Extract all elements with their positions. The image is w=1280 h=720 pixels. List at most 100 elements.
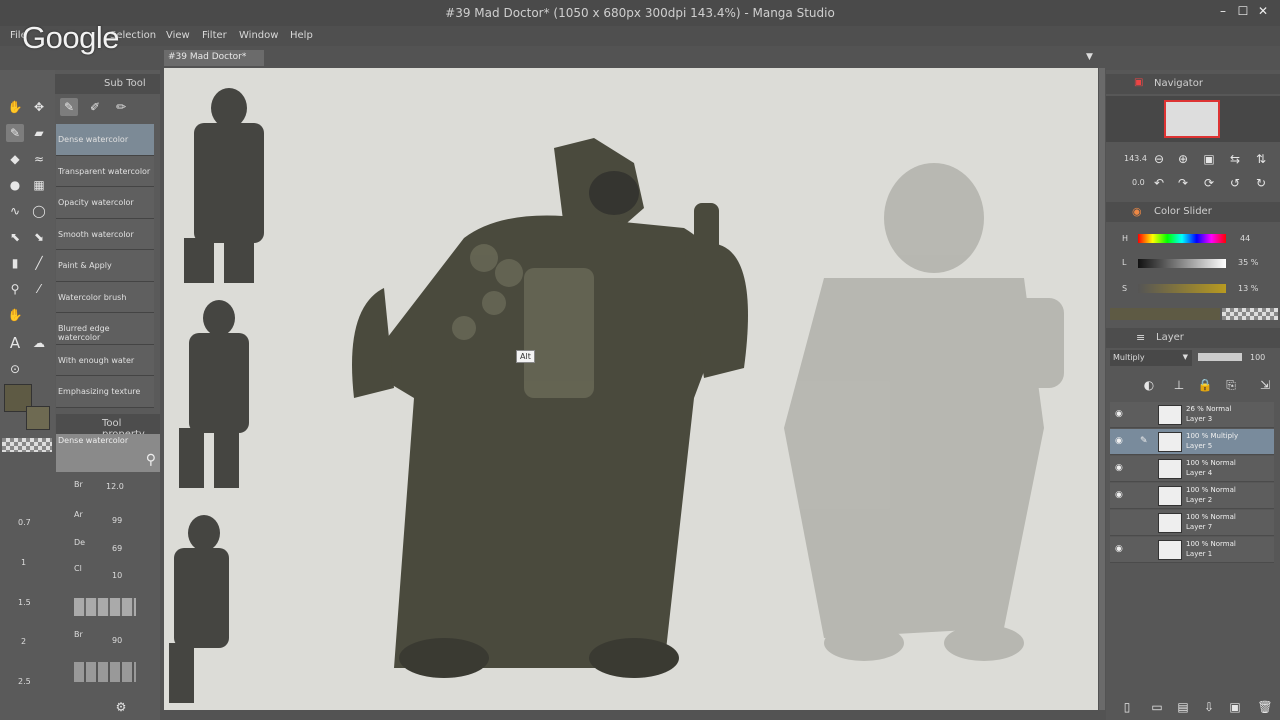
hand-tool-icon[interactable]: ✋ — [6, 306, 24, 324]
subtool-item[interactable]: Paint & Apply — [56, 250, 154, 282]
reference-icon[interactable]: ⇲ — [1256, 376, 1274, 394]
rotation-value[interactable]: 0.0 — [1132, 178, 1145, 187]
eye-icon[interactable]: ◉ — [1115, 409, 1123, 419]
saturation-slider[interactable] — [1138, 284, 1226, 293]
layer-panel-title[interactable]: Layer — [1156, 332, 1184, 343]
flip-h-icon[interactable]: ⇆ — [1226, 150, 1244, 168]
navigator-preview[interactable] — [1106, 96, 1280, 142]
menu-help[interactable]: Help — [290, 30, 313, 41]
brush-size-option[interactable]: 1.5 — [18, 598, 31, 607]
new-raster-layer-icon[interactable]: ▯ — [1118, 698, 1136, 716]
watercolor-group-icon[interactable]: ✎ — [60, 98, 78, 116]
fill-tool-icon[interactable]: ◆ — [6, 150, 24, 168]
reset-rotation-icon[interactable]: ⟳ — [1200, 174, 1218, 192]
hue-slider[interactable] — [1138, 234, 1226, 243]
eyedropper-icon[interactable]: ● — [6, 176, 24, 194]
opacity-value[interactable]: 100 — [1250, 353, 1265, 362]
subtool-item[interactable]: Blurred edge watercolor — [56, 313, 154, 345]
pen-tool-icon[interactable]: ∿ — [6, 202, 24, 220]
lock-icon[interactable]: 🔒 — [1196, 376, 1214, 394]
settings-icon[interactable]: ⚙ — [112, 698, 130, 716]
layer-row[interactable]: ◉ 100 % Normal Layer 4 — [1110, 456, 1274, 482]
eye-icon[interactable]: ◉ — [1115, 463, 1123, 473]
rotate-left-icon[interactable]: ↶ — [1150, 174, 1168, 192]
saturation-value[interactable]: 13 % — [1238, 284, 1258, 293]
zoom-value[interactable]: 143.4 — [1124, 154, 1147, 163]
subtool-item[interactable]: Dense watercolor — [56, 124, 154, 156]
layer-row[interactable]: 100 % Normal Layer 7 — [1110, 510, 1274, 536]
brush-size-option[interactable]: 0.7 — [18, 518, 31, 527]
subtool-item[interactable]: Watercolor brush — [56, 281, 154, 313]
flip-v-icon[interactable]: ⇅ — [1252, 150, 1270, 168]
oil-paint-group-icon[interactable]: ✐ — [86, 98, 104, 116]
text-tool-icon[interactable]: A — [6, 334, 24, 352]
texture-swatches-2[interactable] — [74, 662, 136, 682]
menu-view[interactable]: View — [166, 30, 190, 41]
prop-value[interactable]: 99 — [112, 516, 122, 525]
blend-tool-icon[interactable]: ≈ — [30, 150, 48, 168]
texture-swatches[interactable] — [74, 598, 136, 616]
merge-layer-icon[interactable]: ⇩ — [1200, 698, 1218, 716]
transparent-color-swatch[interactable] — [2, 438, 52, 452]
color-slider-title[interactable]: Color Slider — [1154, 206, 1212, 217]
navigator-title[interactable]: Navigator — [1154, 78, 1203, 89]
menu-filter[interactable]: Filter — [202, 30, 227, 41]
tab-menu-icon[interactable]: ▼ — [1086, 52, 1093, 62]
prop-value[interactable]: 90 — [112, 636, 122, 645]
blend-mode-select[interactable]: Multiply ▼ — [1110, 350, 1192, 366]
subtool-header[interactable]: Sub Tool — [104, 78, 146, 89]
balloon-tool-icon[interactable]: ☁ — [30, 334, 48, 352]
subtool-item[interactable]: Opacity watercolor — [56, 187, 154, 219]
new-folder-icon[interactable]: ▤ — [1174, 698, 1192, 716]
subtool-item[interactable]: With enough water — [56, 344, 154, 376]
subtool-item[interactable]: Transparent watercolor — [56, 155, 154, 187]
correction-tool-icon[interactable]: ⊙ — [6, 360, 24, 378]
fit-icon[interactable]: ▣ — [1200, 150, 1218, 168]
brush-tool-icon[interactable]: ✎ — [6, 124, 24, 142]
opacity-slider[interactable] — [1198, 353, 1242, 361]
rotate-right-icon[interactable]: ↷ — [1174, 174, 1192, 192]
subtool-item[interactable]: Smooth watercolor — [56, 218, 154, 250]
drawing-canvas[interactable]: Alt — [164, 68, 1098, 710]
zoom-in-icon[interactable]: ⊕ — [1174, 150, 1192, 168]
prop-value[interactable]: 69 — [112, 544, 122, 553]
selection-tool-icon[interactable]: ⬉ — [6, 228, 24, 246]
rotate-cw-icon[interactable]: ↻ — [1252, 174, 1270, 192]
menu-window[interactable]: Window — [239, 30, 278, 41]
prop-value[interactable]: 12.0 — [106, 482, 124, 491]
gradient-tool-icon[interactable]: ▦ — [30, 176, 48, 194]
canvas-scrollbar[interactable] — [1099, 68, 1105, 710]
eye-icon[interactable]: ◉ — [1115, 436, 1123, 446]
ruler-icon[interactable]: ⊥ — [1170, 376, 1188, 394]
layer-row[interactable]: ◉ ✎ 100 % Multiply Layer 5 — [1110, 429, 1274, 455]
mask-icon[interactable]: ▣ — [1226, 698, 1244, 716]
line-tool-icon[interactable]: ⁄ — [30, 280, 48, 298]
trash-icon[interactable]: 🗑 — [1256, 698, 1274, 716]
ruler-tool-icon[interactable]: ╱ — [30, 254, 48, 272]
rotate-ccw-icon[interactable]: ↺ — [1226, 174, 1244, 192]
brush-size-option[interactable]: 2 — [21, 637, 26, 646]
new-vector-layer-icon[interactable]: ▭ — [1148, 698, 1166, 716]
eraser-tool-icon[interactable]: ▰ — [30, 124, 48, 142]
minimize-icon[interactable]: – — [1216, 4, 1230, 18]
layer-row[interactable]: ◉ 26 % Normal Layer 3 — [1110, 402, 1274, 428]
zoom-tool-icon[interactable]: ✋ — [6, 98, 24, 116]
brush-size-option[interactable]: 1 — [21, 558, 26, 567]
layer-mask-icon[interactable]: ◐ — [1140, 376, 1158, 394]
subtool-item[interactable]: Emphasizing texture — [56, 376, 154, 408]
prop-value[interactable]: 10 — [112, 571, 122, 580]
layer-row[interactable]: ◉ 100 % Normal Layer 2 — [1110, 483, 1274, 509]
gouache-group-icon[interactable]: ✏ — [112, 98, 130, 116]
lightness-slider[interactable] — [1138, 259, 1226, 268]
hue-value[interactable]: 44 — [1240, 234, 1250, 243]
clip-icon[interactable]: ⎘ — [1222, 376, 1240, 394]
zoom-out-icon[interactable]: ⊖ — [1150, 150, 1168, 168]
lightness-value[interactable]: 35 % — [1238, 258, 1258, 267]
eye-icon[interactable]: ◉ — [1115, 490, 1123, 500]
object-tool-icon[interactable]: ⬊ — [30, 228, 48, 246]
layer-row[interactable]: ◉ 100 % Normal Layer 1 — [1110, 537, 1274, 563]
maximize-icon[interactable]: ☐ — [1236, 4, 1250, 18]
lasso-tool-icon[interactable]: ◯ — [30, 202, 48, 220]
move-tool-icon[interactable]: ✥ — [30, 98, 48, 116]
close-icon[interactable]: ✕ — [1256, 4, 1270, 18]
